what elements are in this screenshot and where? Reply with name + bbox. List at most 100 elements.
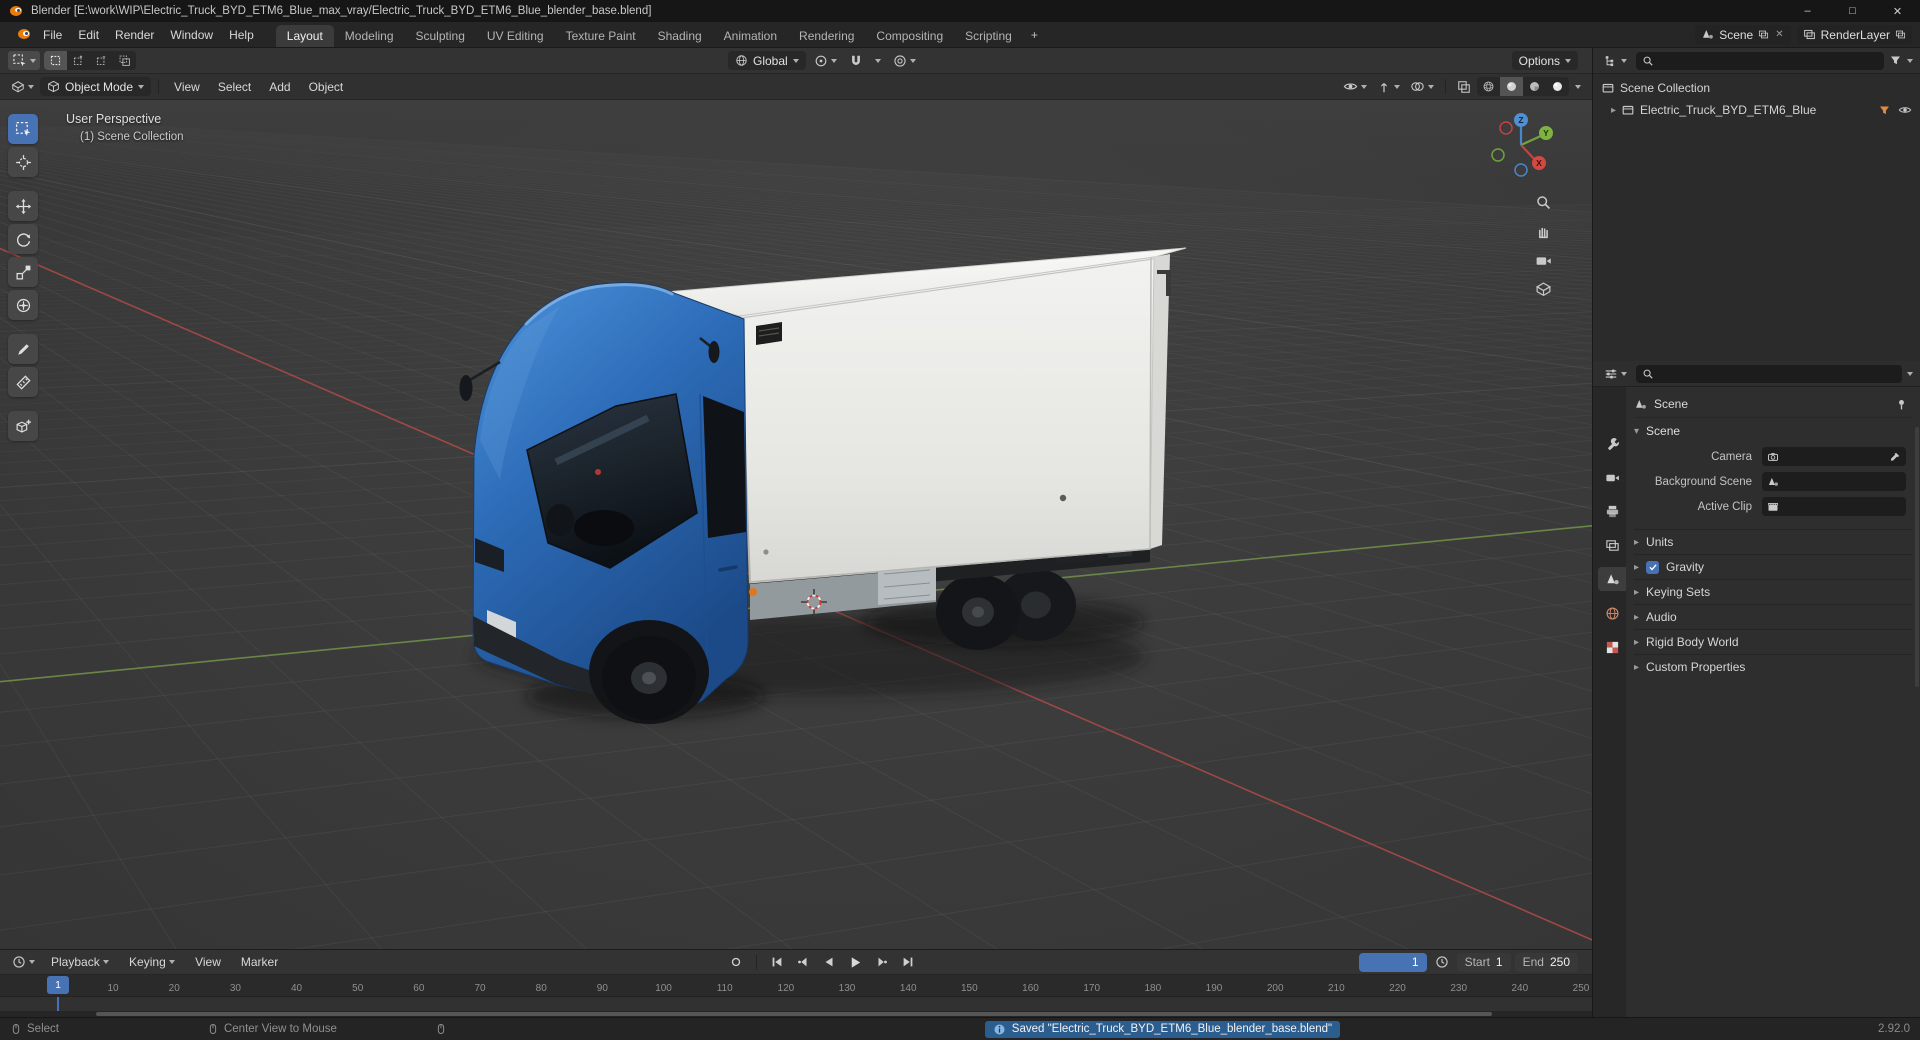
timeline-menu-view[interactable]: View bbox=[187, 955, 229, 969]
tool-measure[interactable] bbox=[8, 367, 38, 397]
tab-animation[interactable]: Animation bbox=[713, 25, 788, 47]
visibility-dropdown[interactable] bbox=[1339, 77, 1371, 96]
properties-search-input[interactable] bbox=[1659, 366, 1896, 381]
tool-add-cube[interactable] bbox=[8, 411, 38, 441]
timeline-menu-marker[interactable]: Marker bbox=[233, 955, 286, 969]
tool-rotate[interactable] bbox=[8, 224, 38, 254]
pan-hand-icon[interactable] bbox=[1535, 223, 1552, 240]
panel-gravity[interactable]: ▸ Gravity bbox=[1634, 554, 1912, 579]
ortho-toggle-icon[interactable] bbox=[1535, 281, 1552, 298]
orientation-dropdown[interactable]: Global bbox=[727, 51, 806, 70]
panel-custom-properties[interactable]: ▸ Custom Properties bbox=[1634, 654, 1912, 679]
outliner-editor-type-dropdown[interactable] bbox=[1600, 51, 1631, 70]
panel-scene-header[interactable]: ▾ Scene bbox=[1634, 418, 1912, 444]
active-tool-icon[interactable] bbox=[8, 51, 40, 70]
menu-render[interactable]: Render bbox=[107, 22, 162, 47]
outliner-options-caret[interactable] bbox=[1907, 58, 1913, 63]
timeline-menu-keying[interactable]: Keying bbox=[121, 955, 183, 969]
panel-audio[interactable]: ▸ Audio bbox=[1634, 604, 1912, 629]
menu-file[interactable]: File bbox=[35, 22, 70, 47]
jump-to-end-button[interactable] bbox=[897, 953, 919, 972]
vp-menu-add[interactable]: Add bbox=[261, 80, 298, 94]
frame-start-field[interactable]: Start 1 bbox=[1456, 952, 1511, 972]
gizmos-dropdown[interactable] bbox=[1373, 77, 1404, 96]
tool-move[interactable] bbox=[8, 191, 38, 221]
tab-texture-paint[interactable]: Texture Paint bbox=[555, 25, 647, 47]
timeline-scrollbar-thumb[interactable] bbox=[96, 1012, 1492, 1016]
minimize-button[interactable]: – bbox=[1785, 0, 1830, 22]
tab-tool-properties[interactable] bbox=[1598, 431, 1626, 455]
shading-material[interactable] bbox=[1523, 77, 1546, 96]
properties-search[interactable] bbox=[1636, 364, 1902, 383]
tool-scale[interactable] bbox=[8, 257, 38, 287]
panel-keying-sets[interactable]: ▸ Keying Sets bbox=[1634, 579, 1912, 604]
viewport-canvas[interactable]: User Perspective (1) Scene Collection Z … bbox=[0, 100, 1592, 949]
play-button[interactable] bbox=[844, 953, 867, 972]
tab-render-properties[interactable] bbox=[1598, 465, 1626, 489]
new-scene-icon[interactable] bbox=[1758, 29, 1769, 40]
timeline-tracks[interactable] bbox=[0, 997, 1592, 1011]
autokey-toggle[interactable] bbox=[725, 953, 747, 972]
maximize-button[interactable]: □ bbox=[1830, 0, 1875, 22]
vp-menu-object[interactable]: Object bbox=[301, 80, 352, 94]
pivot-dropdown[interactable] bbox=[810, 51, 841, 70]
panel-units[interactable]: ▸ Units bbox=[1634, 529, 1912, 554]
properties-editor-type-dropdown[interactable] bbox=[1600, 364, 1631, 383]
new-viewlayer-icon[interactable] bbox=[1895, 29, 1906, 40]
timeline-ruler[interactable]: 1 10 20 30 40 50 60 70 80 90 100 110 120 130 140 150 16… bbox=[0, 975, 1592, 997]
hide-eye-icon[interactable] bbox=[1898, 103, 1912, 117]
mode-dropdown[interactable]: Object Mode bbox=[40, 77, 152, 96]
shading-solid[interactable] bbox=[1500, 77, 1523, 96]
next-keyframe-button[interactable] bbox=[871, 953, 893, 972]
scene-selector[interactable]: Scene ✕ bbox=[1695, 25, 1791, 44]
shading-rendered[interactable] bbox=[1546, 77, 1569, 96]
viewlayer-selector[interactable]: RenderLayer bbox=[1796, 25, 1912, 44]
tab-output-properties[interactable] bbox=[1598, 499, 1626, 523]
panel-rigid-body-world[interactable]: ▸ Rigid Body World bbox=[1634, 629, 1912, 654]
camera-field[interactable] bbox=[1762, 447, 1906, 466]
menu-edit[interactable]: Edit bbox=[70, 22, 107, 47]
tab-scene-properties[interactable] bbox=[1598, 567, 1626, 591]
current-frame-field[interactable]: 1 bbox=[1358, 952, 1427, 972]
tool-annotate[interactable] bbox=[8, 334, 38, 364]
shading-settings-dropdown[interactable] bbox=[1571, 77, 1585, 96]
xray-toggle[interactable] bbox=[1453, 77, 1475, 96]
play-reverse-button[interactable] bbox=[818, 953, 840, 972]
tab-texture-properties[interactable] bbox=[1598, 635, 1626, 659]
app-menu-icon[interactable] bbox=[0, 22, 35, 47]
gizmo-axis-neg-z[interactable] bbox=[1514, 163, 1528, 177]
tab-rendering[interactable]: Rendering bbox=[788, 25, 865, 47]
tab-sculpting[interactable]: Sculpting bbox=[405, 25, 476, 47]
collection-filter-icon[interactable] bbox=[1878, 104, 1891, 117]
camera-view-icon[interactable] bbox=[1535, 252, 1552, 269]
properties-options-caret[interactable] bbox=[1907, 371, 1913, 376]
select-mode-extend[interactable] bbox=[67, 51, 90, 70]
use-preview-range-toggle[interactable] bbox=[1431, 953, 1453, 972]
truck-object[interactable] bbox=[459, 247, 1187, 724]
unlink-scene-icon[interactable]: ✕ bbox=[1774, 29, 1784, 40]
menu-help[interactable]: Help bbox=[221, 22, 262, 47]
proportional-edit-toggle[interactable] bbox=[889, 51, 920, 70]
vp-menu-select[interactable]: Select bbox=[210, 80, 259, 94]
zoom-icon[interactable] bbox=[1535, 194, 1552, 211]
options-dropdown[interactable]: Options bbox=[1511, 51, 1579, 70]
properties-scrollbar[interactable] bbox=[1915, 427, 1919, 687]
tool-select-box[interactable] bbox=[8, 114, 38, 144]
outliner-row-truck[interactable]: ▸ Electric_Truck_BYD_ETM6_Blue bbox=[1593, 99, 1920, 121]
gravity-checkbox[interactable] bbox=[1646, 560, 1660, 574]
timeline-editor-type-dropdown[interactable] bbox=[8, 953, 39, 972]
tab-viewlayer-properties[interactable] bbox=[1598, 533, 1626, 557]
tool-cursor[interactable] bbox=[8, 147, 38, 177]
jump-to-start-button[interactable] bbox=[766, 953, 788, 972]
tab-modeling[interactable]: Modeling bbox=[334, 25, 405, 47]
tool-transform[interactable] bbox=[8, 290, 38, 320]
filter-icon[interactable] bbox=[1889, 54, 1902, 67]
frame-end-field[interactable]: End 250 bbox=[1514, 952, 1578, 972]
expand-icon[interactable]: ▸ bbox=[1611, 105, 1616, 116]
prev-keyframe-button[interactable] bbox=[792, 953, 814, 972]
eyedropper-icon[interactable] bbox=[1889, 451, 1901, 463]
navigation-gizmo[interactable]: Z Y X bbox=[1486, 110, 1556, 180]
tab-uv-editing[interactable]: UV Editing bbox=[476, 25, 555, 47]
outliner-search[interactable] bbox=[1636, 51, 1884, 70]
tab-layout[interactable]: Layout bbox=[275, 25, 334, 47]
